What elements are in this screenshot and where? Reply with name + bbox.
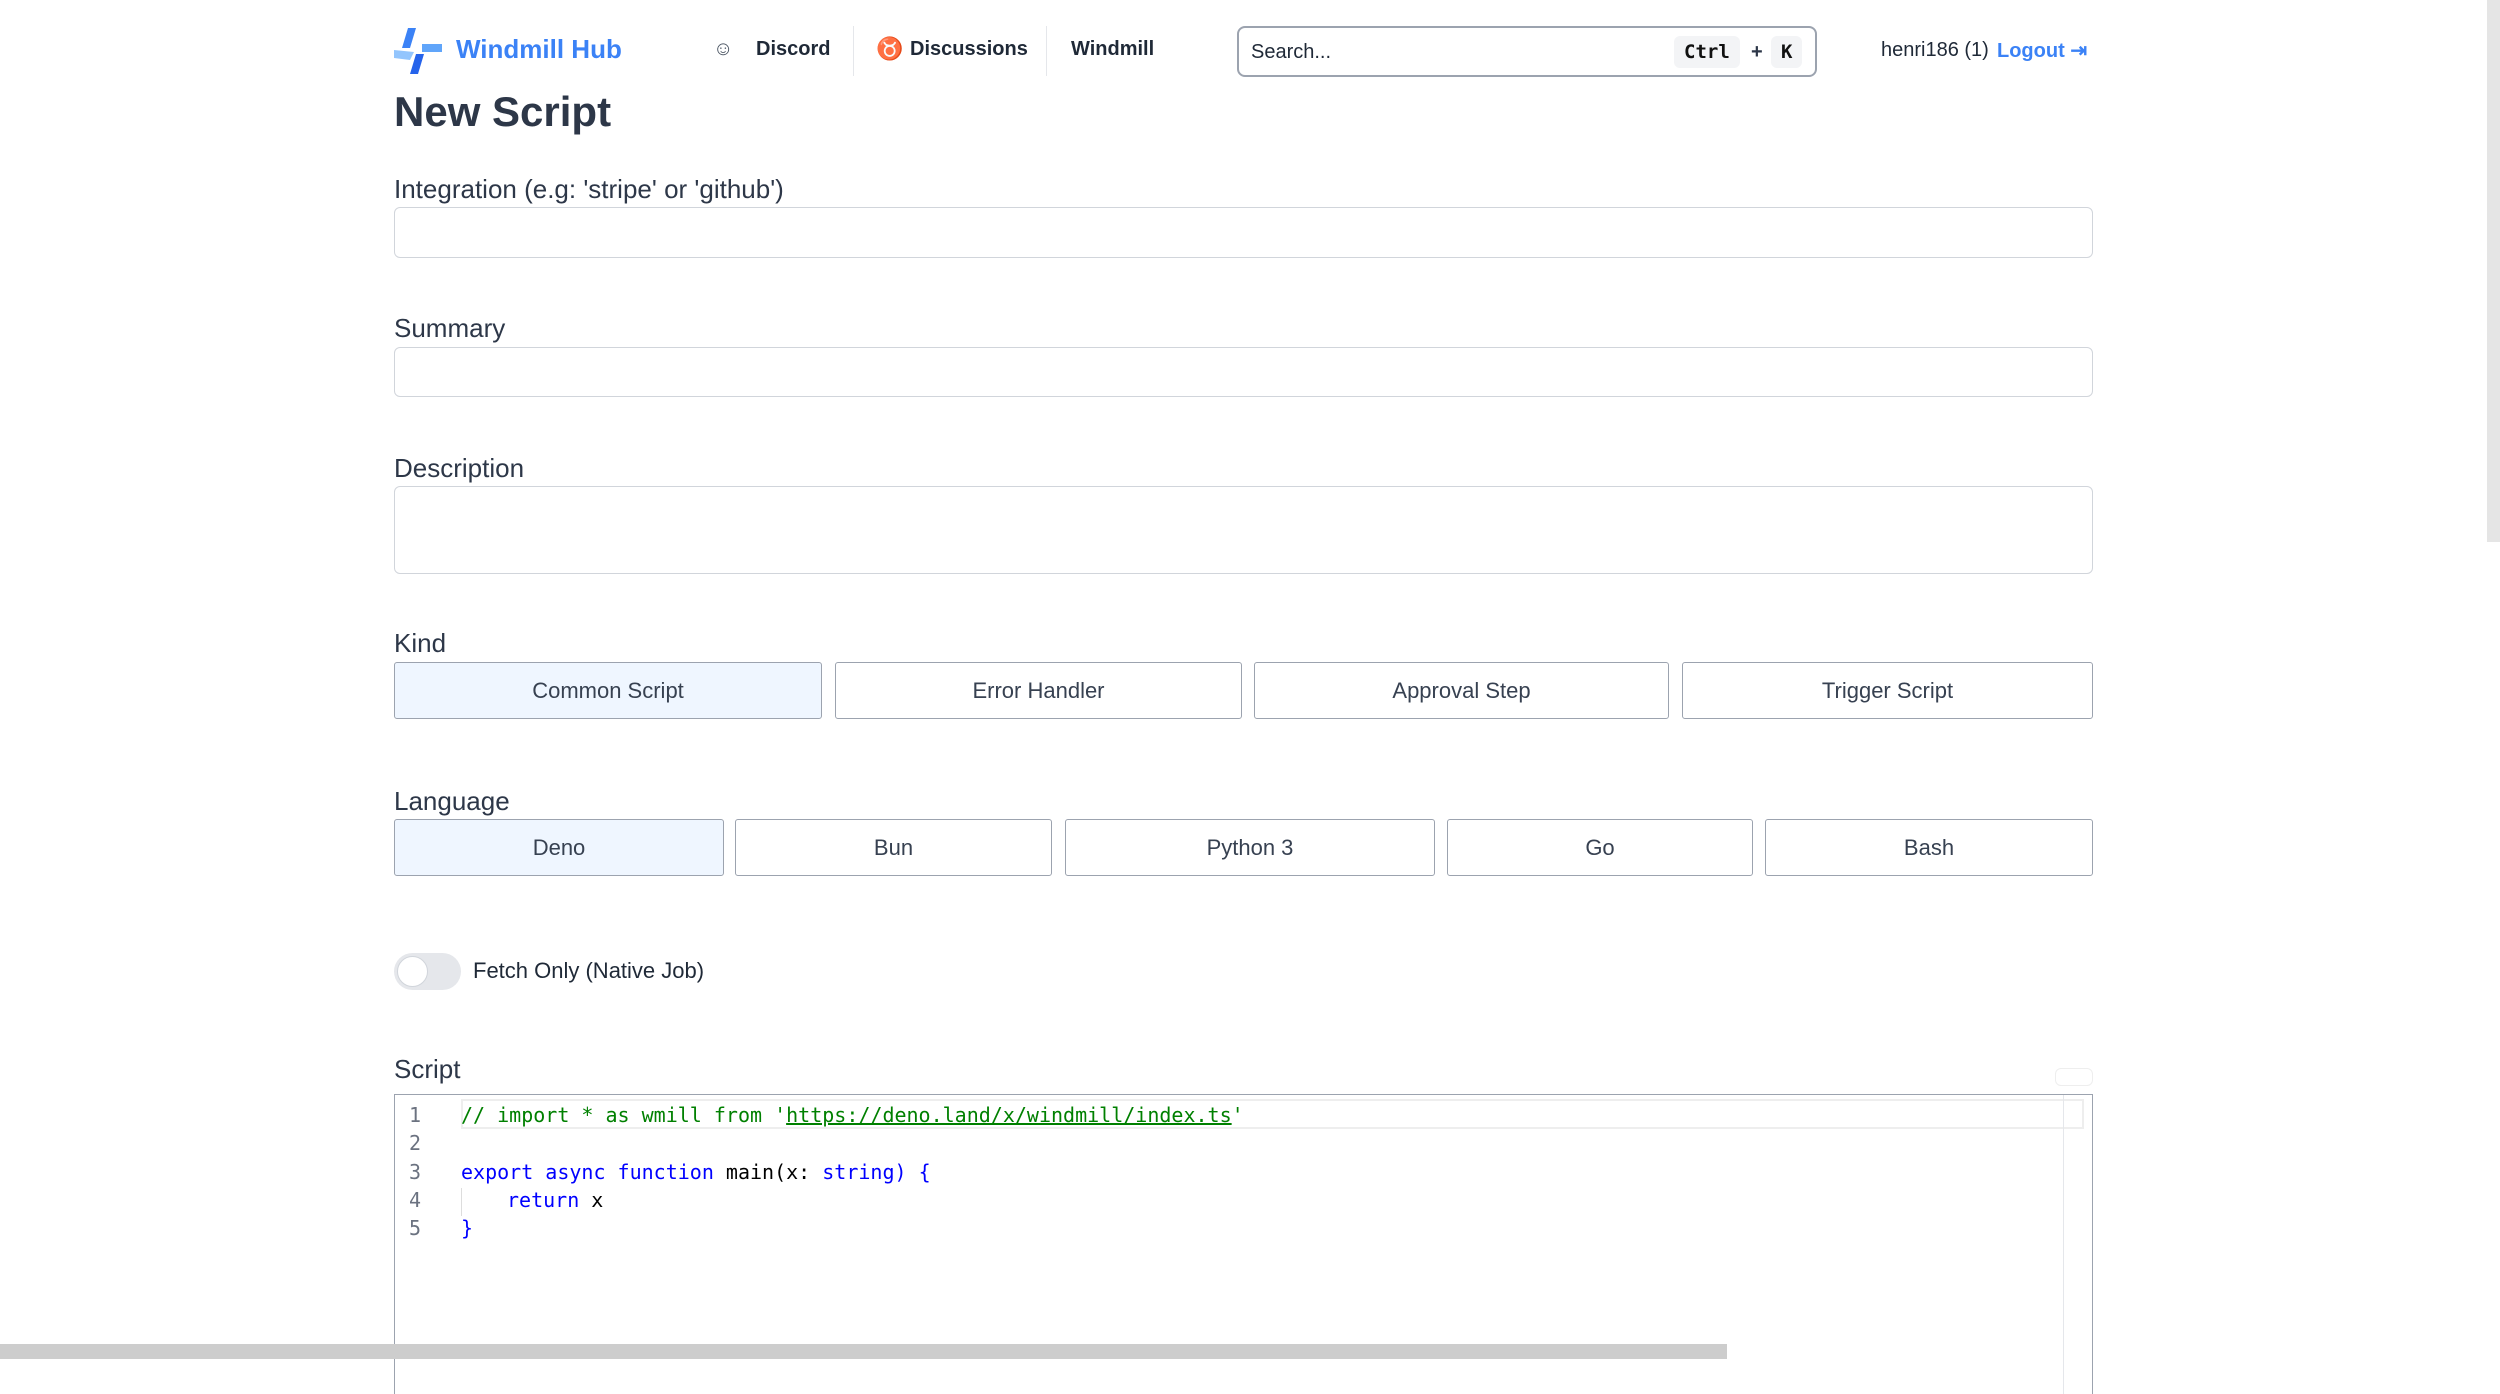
script-label: Script (394, 1054, 461, 1084)
code-comment: ' (1231, 1103, 1244, 1127)
code-punct: ) { (894, 1160, 931, 1184)
shortcut-plus: + (1751, 41, 1763, 63)
editor-settings-button[interactable] (2055, 1068, 2093, 1086)
nav-windmill[interactable]: Windmill (1071, 38, 1154, 61)
search-placeholder: Search... (1251, 41, 1332, 63)
kind-error-handler[interactable]: Error Handler (835, 662, 1242, 719)
search-input[interactable]: Search... Ctrl + K (1237, 26, 1817, 77)
toggle-knob (397, 956, 428, 987)
kind-label: Kind (394, 628, 447, 658)
language-go[interactable]: Go (1447, 819, 1753, 876)
shortcut-k: K (1771, 36, 1803, 68)
kind-approval-step[interactable]: Approval Step (1254, 662, 1669, 719)
line-number: 1 (409, 1103, 422, 1127)
shortcut-ctrl: Ctrl (1674, 36, 1740, 68)
line-number: 2 (409, 1131, 422, 1155)
description-label: Description (394, 453, 525, 483)
language-bash[interactable]: Bash (1765, 819, 2093, 876)
code-keyword: return (507, 1188, 580, 1212)
integration-label: Integration (e.g: 'stripe' or 'github') (394, 174, 784, 204)
code-comment: // import * as wmill from ' (461, 1103, 787, 1127)
code-ident: x (579, 1188, 604, 1212)
language-python3[interactable]: Python 3 (1065, 819, 1435, 876)
github-icon: ♉ (876, 36, 904, 61)
logout-icon: ⇥ (2070, 40, 2088, 62)
code-link[interactable]: https://deno.land/x/windmill/index.ts (786, 1103, 1232, 1127)
code-keyword: export async function (461, 1160, 714, 1184)
line-number: 3 (409, 1160, 422, 1184)
fetch-only-toggle[interactable] (394, 953, 461, 990)
description-textarea[interactable] (394, 486, 2093, 574)
code-line-4: return x (507, 1188, 603, 1212)
line-number: 5 (409, 1216, 422, 1240)
code-line-3: export async function main(x: string) { (461, 1160, 931, 1184)
nav-divider (853, 26, 854, 76)
kind-trigger-script[interactable]: Trigger Script (1682, 662, 2093, 719)
code-ident: main(x: (713, 1160, 823, 1184)
language-bun[interactable]: Bun (735, 819, 1052, 876)
kind-common-script[interactable]: Common Script (394, 662, 822, 719)
logout-button[interactable]: Logout ⇥ (1997, 38, 2087, 63)
code-type: string (822, 1160, 895, 1184)
brand-name[interactable]: Windmill Hub (456, 34, 622, 65)
windmill-logo-icon[interactable] (394, 28, 442, 74)
summary-input[interactable] (394, 347, 2093, 397)
indent-guide (461, 1188, 462, 1216)
language-label: Language (394, 786, 510, 816)
summary-label: Summary (394, 313, 506, 343)
discord-icon: ☺ (713, 38, 734, 60)
editor-ruler (2063, 1095, 2064, 1394)
logout-label: Logout (1997, 40, 2065, 62)
nav-divider (1046, 26, 1047, 76)
code-line-5: } (461, 1216, 474, 1240)
line-number: 4 (409, 1188, 422, 1212)
user-name: henri186 (1) (1881, 39, 1989, 61)
fetch-only-label: Fetch Only (Native Job) (473, 958, 705, 983)
integration-input[interactable] (394, 207, 2093, 258)
horizontal-scrollbar[interactable] (0, 1344, 1727, 1359)
nav-discussions[interactable]: Discussions (910, 38, 1028, 61)
code-line-1: // import * as wmill from 'https://deno.… (461, 1103, 1244, 1127)
vertical-scrollbar[interactable] (2487, 0, 2500, 542)
nav-discord[interactable]: Discord (756, 38, 830, 61)
language-deno[interactable]: Deno (394, 819, 724, 876)
page-title: New Script (394, 88, 612, 135)
